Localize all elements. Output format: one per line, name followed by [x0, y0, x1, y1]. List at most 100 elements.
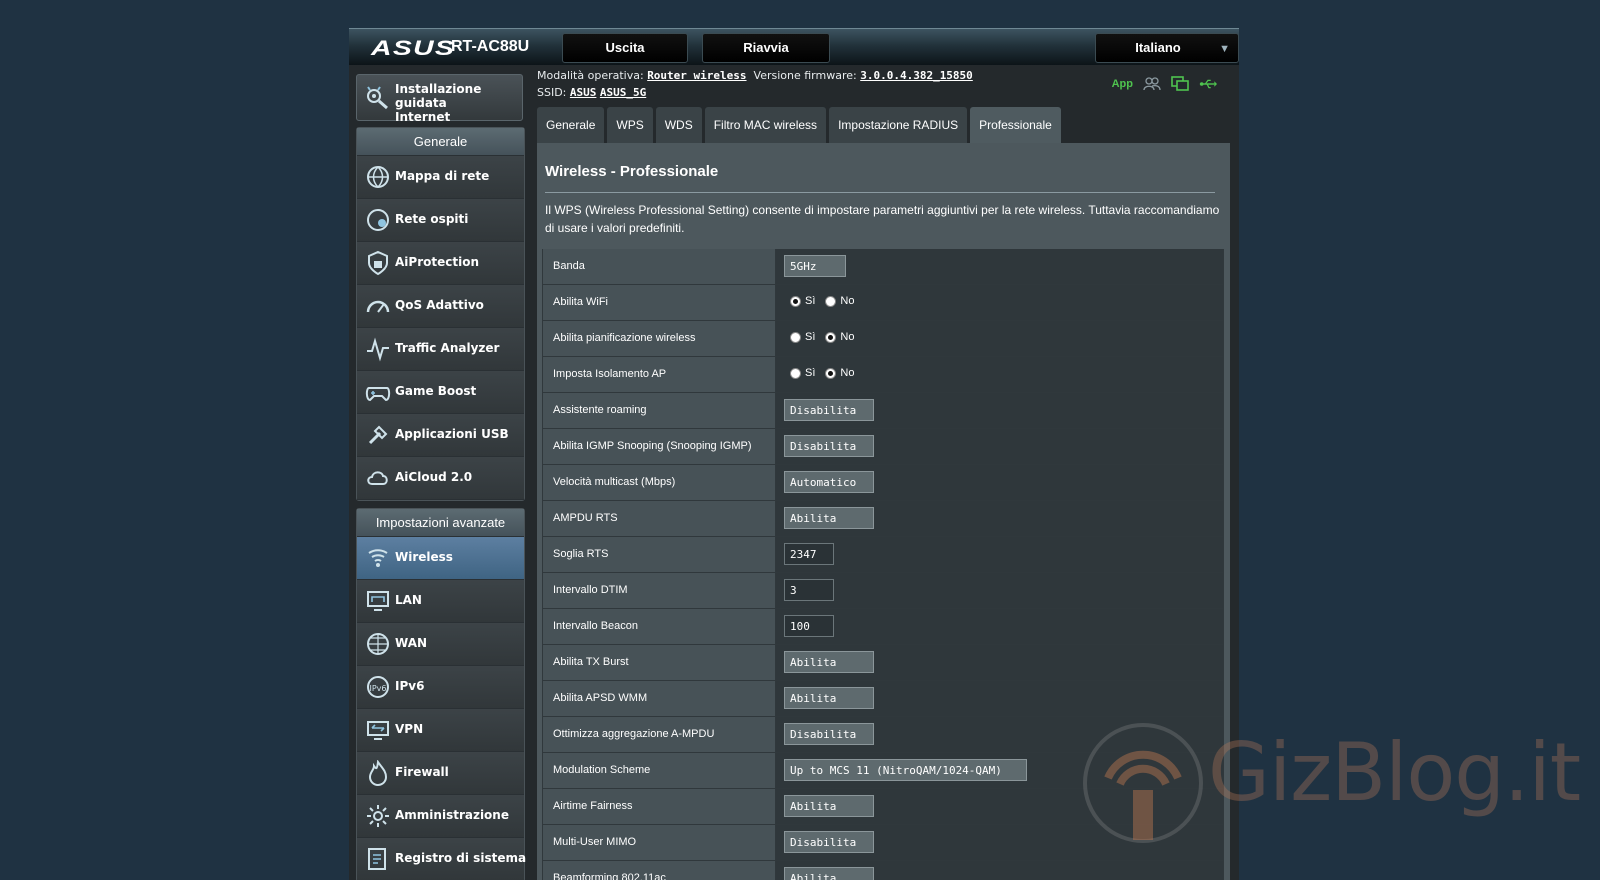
sidebar-item-label: IPv6 [395, 679, 425, 693]
sidebar-item-aicloud-2-0[interactable]: AiCloud 2.0 [357, 457, 524, 500]
tab-wps[interactable]: WPS [607, 107, 653, 143]
setting-input[interactable]: 100 [784, 615, 834, 637]
sidebar-item-wan[interactable]: WAN [357, 623, 524, 666]
tab-wds[interactable]: WDS [655, 107, 702, 143]
sidebar-item-lan[interactable]: LAN [357, 580, 524, 623]
radio-yes-label: Sì [805, 295, 816, 307]
ssid-link-2[interactable]: ASUS_5G [600, 86, 646, 99]
setting-value-cell: Disabilita [776, 393, 1224, 428]
language-select[interactable]: Italiano ▼ [1095, 33, 1239, 63]
tab-generale[interactable]: Generale [537, 107, 605, 143]
clients-icon[interactable] [1143, 76, 1161, 92]
ssid-label: SSID: [537, 86, 567, 99]
setting-input[interactable]: 3 [784, 579, 834, 601]
sidebar-item-rete-ospiti[interactable]: Rete ospiti [357, 199, 524, 242]
setting-select[interactable]: Up to MCS 11 (NitroQAM/1024-QAM) [784, 759, 1027, 781]
radio-yes[interactable] [790, 331, 801, 343]
setting-value-cell: 3 [776, 573, 1224, 608]
setting-row: Abilita IGMP Snooping (Snooping IGMP) Dis… [542, 429, 1224, 465]
setting-label: Multi-User MIMO [542, 825, 776, 860]
logout-button[interactable]: Uscita [562, 33, 688, 63]
sidebar-item-game-boost[interactable]: Game Boost [357, 371, 524, 414]
chevron-down-icon: ▼ [1219, 43, 1230, 55]
usb-icon[interactable] [1199, 76, 1217, 92]
radio-no[interactable] [825, 295, 837, 307]
firmware-link[interactable]: 3.0.0.4.382_15850 [860, 69, 973, 82]
setting-select[interactable]: Abilita [784, 687, 874, 709]
radio-no[interactable] [825, 331, 837, 343]
radio-no[interactable] [825, 367, 837, 379]
sidebar-item-wireless[interactable]: Wireless [357, 537, 524, 580]
sidebar-item-traffic-analyzer[interactable]: Traffic Analyzer [357, 328, 524, 371]
setting-value-cell: Abilita [776, 681, 1224, 716]
radio-yes[interactable] [790, 295, 801, 307]
setting-row: Abilita pianificazione wireless Sì No [542, 321, 1224, 357]
ssid-link-1[interactable]: ASUS [570, 86, 597, 99]
usb-app-icon [368, 425, 388, 445]
settings-table: Banda 5GHz Abilita WiFi Sì No Abilita pianifi… [542, 249, 1224, 880]
setting-label: Banda [542, 249, 776, 284]
setting-value-cell: Sì No [776, 285, 1224, 320]
sidebar-item-ipv6[interactable]: IPv6 IPv6 [357, 666, 524, 709]
log-icon [368, 848, 386, 870]
tab-filtro-mac-wireless[interactable]: Filtro MAC wireless [704, 107, 827, 143]
radio-group: Sì No [790, 331, 864, 343]
setting-select[interactable]: Abilita [784, 507, 874, 529]
setting-input[interactable]: 2347 [784, 543, 834, 565]
sidebar-item-vpn[interactable]: VPN [357, 709, 524, 752]
status-icons: App [1112, 76, 1217, 92]
setting-value-cell: Disabilita [776, 825, 1224, 860]
op-mode-link[interactable]: Router wireless [647, 69, 746, 82]
setting-select[interactable]: Abilita [784, 795, 874, 817]
tab-professionale[interactable]: Professionale [970, 107, 1061, 143]
radio-no-label: No [840, 367, 855, 379]
sidebar-item-mappa-di-rete[interactable]: Mappa di rete [357, 156, 524, 199]
setting-label: Soglia RTS [542, 537, 776, 572]
setting-select[interactable]: Disabilita [784, 435, 874, 457]
tab-impostazione-radius[interactable]: Impostazione RADIUS [829, 107, 968, 143]
network-map-icon [367, 166, 389, 189]
radio-yes[interactable] [790, 367, 801, 379]
sidebar-item-applicazioni-usb[interactable]: Applicazioni USB [357, 414, 524, 457]
router-model: RT-AC88U [451, 38, 530, 55]
setting-row: AMPDU RTS Abilita [542, 501, 1224, 537]
setting-select[interactable]: 5GHz [784, 255, 846, 277]
setting-value-cell: Sì No [776, 321, 1224, 356]
top-bar: ASUS RT-AC88U Uscita Riavvia Italiano ▼ [349, 28, 1239, 65]
setting-select[interactable]: Automatico [784, 471, 874, 493]
setting-select[interactable]: Disabilita [784, 723, 874, 745]
setting-select[interactable]: Abilita [784, 651, 874, 673]
setting-select[interactable]: Disabilita [784, 831, 874, 853]
sidebar-item-qos-adattivo[interactable]: QoS Adattivo [357, 285, 524, 328]
setting-row: Modulation Scheme Up to MCS 11 (NitroQAM/… [542, 753, 1224, 789]
sidebar-item-registro-di-sistema[interactable]: Registro di sistema [357, 838, 526, 880]
advanced-menu: Impostazioni avanzate Wireless LAN WAN IPv6… [356, 508, 526, 880]
sidebar-item-label: QoS Adattivo [395, 298, 484, 312]
sidebar-item-label: AiCloud 2.0 [395, 470, 473, 484]
setting-row: Multi-User MIMO Disabilita [542, 825, 1224, 861]
setting-label: Abilita TX Burst [542, 645, 776, 680]
setting-label: Intervallo DTIM [542, 573, 776, 608]
setting-label: Assistente roaming [542, 393, 776, 428]
sidebar-item-label: Rete ospiti [395, 212, 469, 226]
quick-internet-setup[interactable]: Installazione guidata Internet [356, 74, 523, 124]
setting-label: Abilita WiFi [542, 285, 776, 320]
setting-row: Abilita APSD WMM Abilita [542, 681, 1224, 717]
svg-text:IPv6: IPv6 [369, 684, 386, 693]
sidebar-item-aiprotection[interactable]: AiProtection [357, 242, 524, 285]
setting-value-cell: 2347 [776, 537, 1224, 572]
sidebar-item-amministrazione[interactable]: Amministrazione [357, 795, 524, 838]
setting-select[interactable]: Abilita [784, 867, 874, 880]
setting-select[interactable]: Disabilita [784, 399, 874, 421]
setting-row: Velocità multicast (Mbps) Automatico [542, 465, 1224, 501]
setting-label: Abilita pianificazione wireless [542, 321, 776, 356]
setting-value-cell: Abilita [776, 501, 1224, 536]
traffic-icon [367, 337, 389, 362]
sidebar-item-firewall[interactable]: Firewall [357, 752, 524, 795]
reboot-button[interactable]: Riavvia [702, 33, 830, 63]
setting-label: Airtime Fairness [542, 789, 776, 824]
language-value: Italiano [1135, 40, 1181, 55]
network-status-icon[interactable] [1171, 76, 1189, 92]
app-link[interactable]: App [1112, 78, 1133, 90]
wireless-icon [368, 549, 388, 567]
